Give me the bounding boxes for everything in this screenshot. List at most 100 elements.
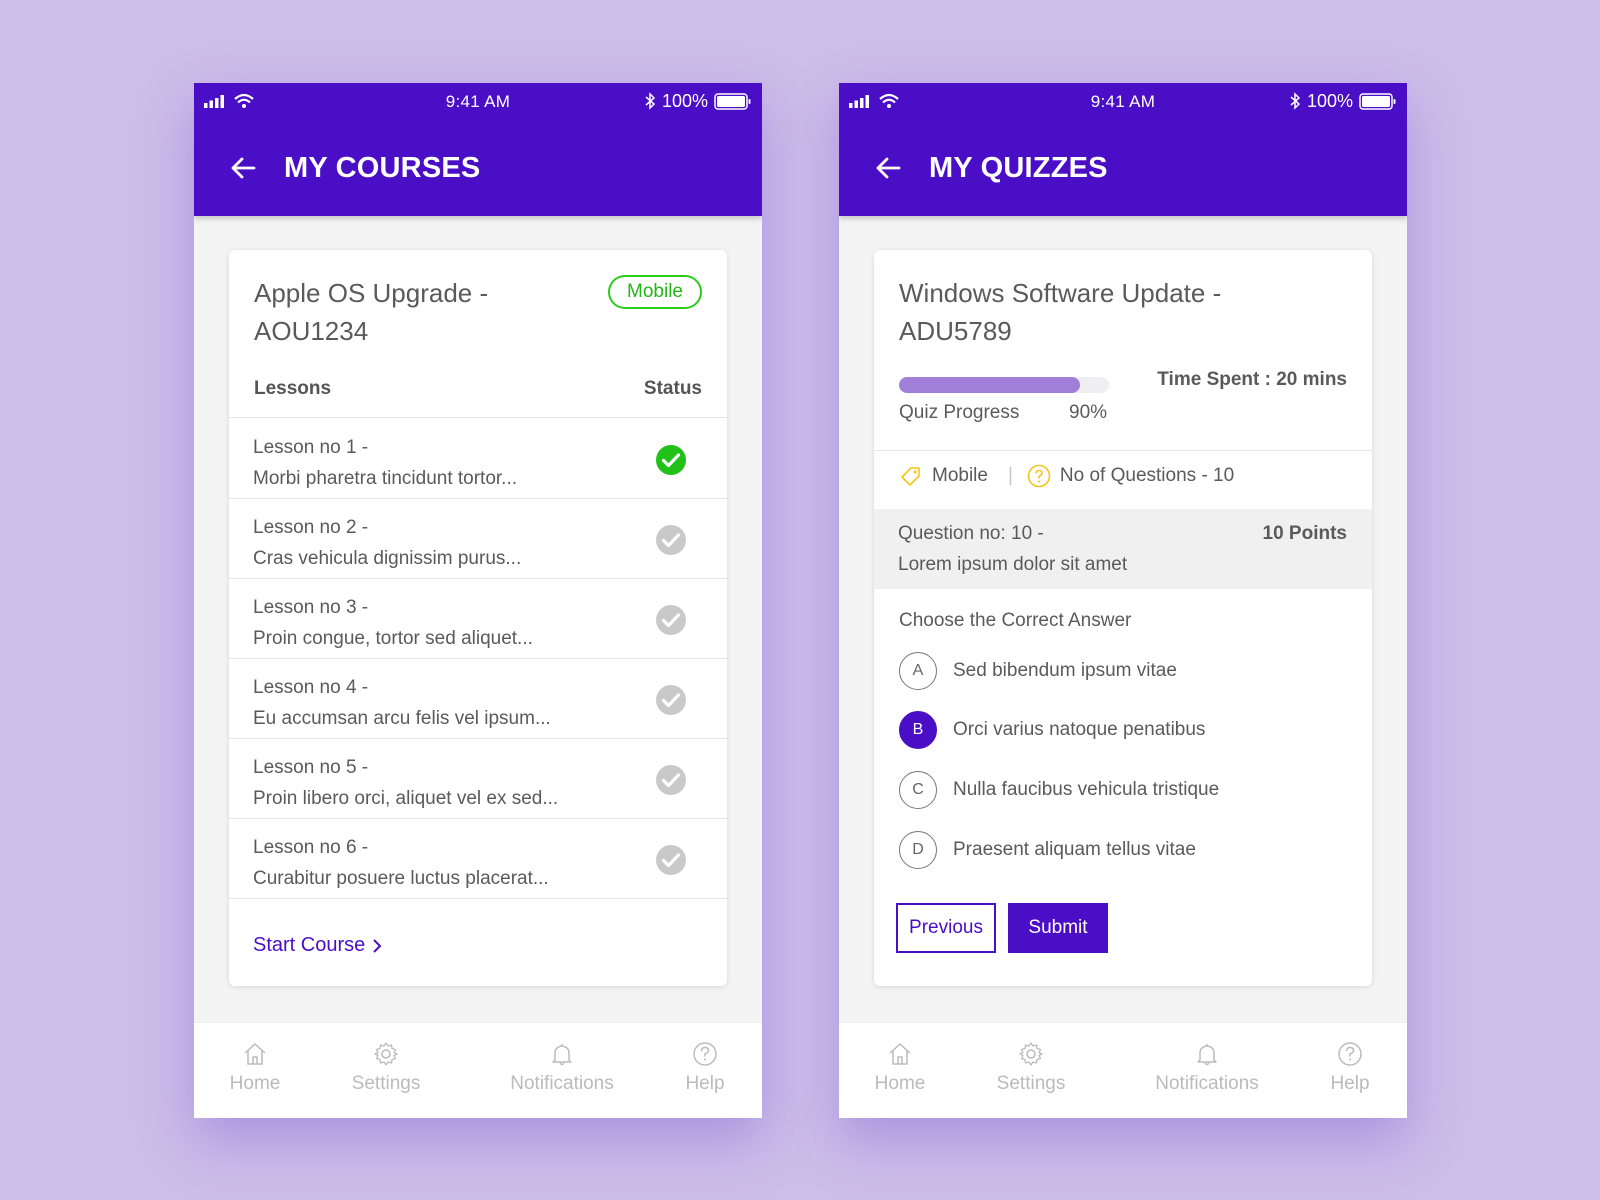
back-arrow-icon[interactable] xyxy=(228,153,258,183)
tab-home[interactable]: Home xyxy=(194,1041,320,1095)
check-circle-gray-icon xyxy=(656,605,686,635)
tab-settings[interactable]: Settings xyxy=(321,1041,451,1095)
tab-notifications-label: Notifications xyxy=(1155,1073,1259,1094)
quiz-progress-label: Quiz Progress xyxy=(899,402,1020,423)
lesson-description: Cras vehicula dignissim purus... xyxy=(253,548,522,569)
meta-separator: | xyxy=(1007,465,1013,486)
gear-icon xyxy=(374,1042,398,1066)
courses-screen: 9:41 AM 100% MY COURSES Apple OS Upgrade… xyxy=(194,83,762,1118)
question-number: Question no: 10 - xyxy=(898,523,1044,544)
option-text: Orci varius natoque penatibus xyxy=(953,719,1206,740)
quiz-title: Windows Software Update - ADU5789 xyxy=(899,278,1222,346)
questions-count: No of Questions - 10 xyxy=(1059,465,1235,486)
check-circle-gray-icon xyxy=(656,765,686,795)
option-letter: A xyxy=(899,652,937,690)
check-circle-gray-icon xyxy=(656,525,686,555)
tab-settings[interactable]: Settings xyxy=(966,1041,1096,1095)
lesson-title: Lesson no 2 - xyxy=(253,517,369,538)
tab-settings-label: Settings xyxy=(351,1073,421,1094)
home-icon xyxy=(889,1043,911,1065)
battery-percent: 100% xyxy=(661,90,708,111)
quiz-card: Windows Software Update - ADU5789 Time S… xyxy=(874,250,1372,986)
option-letter: D xyxy=(899,831,937,869)
chevron-right-icon xyxy=(373,938,382,953)
bell-icon xyxy=(552,1044,572,1066)
battery-percent: 100% xyxy=(1306,90,1353,111)
tab-notifications[interactable]: Notifications xyxy=(1132,1041,1282,1095)
answer-option-d[interactable]: D Praesent aliquam tellus vitae xyxy=(899,831,1196,869)
home-icon xyxy=(244,1043,266,1065)
lesson-row[interactable]: Lesson no 1 - Morbi pharetra tincidunt t… xyxy=(229,419,727,499)
option-text: Sed bibendum ipsum vitae xyxy=(953,660,1177,681)
tab-help[interactable]: Help xyxy=(1285,1041,1407,1095)
time-spent: Time Spent : 20 mins xyxy=(1157,369,1347,390)
tab-home[interactable]: Home xyxy=(839,1041,965,1095)
start-course-link[interactable]: Start Course xyxy=(253,934,383,957)
option-text: Praesent aliquam tellus vitae xyxy=(953,839,1196,860)
lesson-row[interactable]: Lesson no 3 - Proin congue, tortor sed a… xyxy=(229,579,727,659)
status-bar: 9:41 AM 100% xyxy=(194,83,762,119)
check-circle-gray-icon xyxy=(656,845,686,875)
battery-icon xyxy=(714,92,751,110)
quiz-category: Mobile xyxy=(932,465,988,486)
tab-help-label: Help xyxy=(685,1073,725,1094)
lesson-title: Lesson no 1 - xyxy=(253,437,369,458)
question-circle-icon xyxy=(693,1042,717,1066)
check-circle-gray-icon xyxy=(656,685,686,715)
gear-icon xyxy=(1019,1042,1043,1066)
lesson-row[interactable]: Lesson no 4 - Eu accumsan arcu felis vel… xyxy=(229,659,727,739)
category-badge: Mobile xyxy=(608,275,702,309)
answer-option-b[interactable]: B Orci varius natoque penatibus xyxy=(899,711,1205,749)
divider xyxy=(874,450,1372,451)
quiz-progress-bar xyxy=(899,377,1109,393)
option-text: Nulla faucibus vehicula tristique xyxy=(953,779,1220,800)
lessons-header: Lessons Status xyxy=(229,378,727,418)
quizzes-screen: 9:41 AM 100% MY QUIZZES Windows Software… xyxy=(839,83,1407,1118)
tab-notifications[interactable]: Notifications xyxy=(487,1041,637,1095)
quiz-progress-value: 90% xyxy=(1069,402,1108,423)
page-title: MY COURSES xyxy=(284,151,481,184)
option-letter: B xyxy=(899,711,937,749)
quiz-progress-fill xyxy=(899,377,1080,393)
lesson-title: Lesson no 6 - xyxy=(253,837,369,858)
lesson-description: Eu accumsan arcu felis vel ipsum... xyxy=(253,708,551,729)
previous-button[interactable]: Previous xyxy=(896,903,996,953)
lesson-description: Proin libero orci, aliquet vel ex sed... xyxy=(253,788,559,809)
tag-icon xyxy=(901,467,920,486)
bottom-tab-bar: Home Settings Notifications Help xyxy=(194,1022,762,1118)
start-course-label: Start Course xyxy=(253,934,366,956)
lesson-title: Lesson no 5 - xyxy=(253,757,369,778)
lesson-description: Proin congue, tortor sed aliquet... xyxy=(253,628,533,649)
page-title: MY QUIZZES xyxy=(929,151,1108,184)
app-bar: 9:41 AM 100% MY QUIZZES xyxy=(839,83,1407,216)
question-header: Question no: 10 - Lorem ipsum dolor sit … xyxy=(874,509,1372,589)
tab-help[interactable]: Help xyxy=(640,1041,762,1095)
status-bar: 9:41 AM 100% xyxy=(839,83,1407,119)
answer-option-c[interactable]: C Nulla faucibus vehicula tristique xyxy=(899,771,1219,809)
question-points: 10 Points xyxy=(1262,523,1347,544)
bell-icon xyxy=(1197,1044,1217,1066)
lesson-row[interactable]: Lesson no 5 - Proin libero orci, aliquet… xyxy=(229,739,727,819)
course-title: Apple OS Upgrade - AOU1234 xyxy=(254,278,489,346)
question-text: Lorem ipsum dolor sit amet xyxy=(898,554,1128,575)
lesson-row[interactable]: Lesson no 6 - Curabitur posuere luctus p… xyxy=(229,819,727,899)
lesson-title: Lesson no 4 - xyxy=(253,677,369,698)
lesson-description: Morbi pharetra tincidunt tortor... xyxy=(253,468,518,489)
answer-option-a[interactable]: A Sed bibendum ipsum vitae xyxy=(899,652,1177,690)
bluetooth-icon xyxy=(645,92,656,110)
check-circle-icon xyxy=(656,445,686,475)
course-card: Apple OS Upgrade - AOU1234 Mobile Lesson… xyxy=(229,250,727,986)
lesson-row[interactable]: Lesson no 2 - Cras vehicula dignissim pu… xyxy=(229,499,727,579)
back-arrow-icon[interactable] xyxy=(873,153,903,183)
tab-notifications-label: Notifications xyxy=(510,1073,614,1094)
tab-home-label: Home xyxy=(874,1073,926,1094)
app-bar: 9:41 AM 100% MY COURSES xyxy=(194,83,762,216)
bottom-tab-bar: Home Settings Notifications Help xyxy=(839,1022,1407,1118)
status-column-header: Status xyxy=(643,378,702,399)
bluetooth-icon xyxy=(1290,92,1301,110)
submit-button[interactable]: Submit xyxy=(1008,903,1108,953)
lesson-title: Lesson no 3 - xyxy=(253,597,369,618)
choose-answer-label: Choose the Correct Answer xyxy=(899,610,1132,631)
option-letter: C xyxy=(899,771,937,809)
lesson-description: Curabitur posuere luctus placerat... xyxy=(253,868,549,889)
